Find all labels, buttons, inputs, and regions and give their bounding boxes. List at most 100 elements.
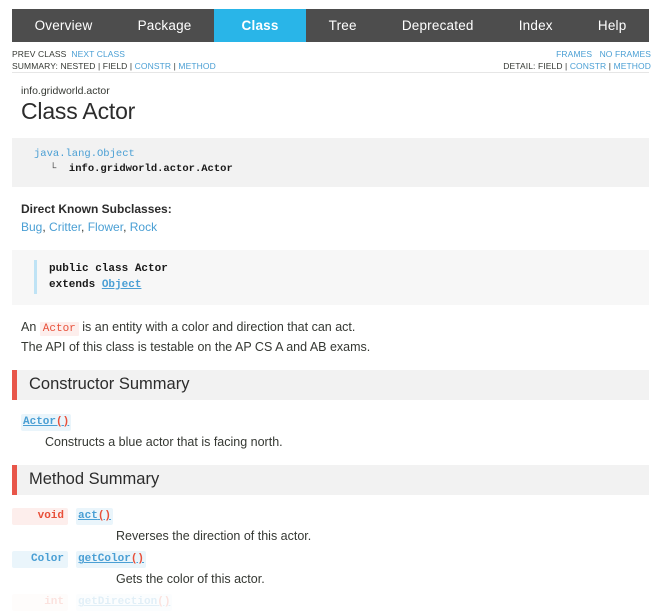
inheritance-child: └ info.gridworld.actor.Actor <box>34 162 649 177</box>
method-signature-getcolor: Color getColor() <box>12 551 649 569</box>
method-signature-getdirection: int getDirection() <box>12 594 649 611</box>
method-signature-act: void act() <box>12 508 649 526</box>
detail-item-field: FIELD <box>537 60 563 71</box>
nav-tab-overview-label: Overview <box>34 18 93 33</box>
frames-links: FRAMES NO FRAMES <box>503 49 651 61</box>
nav-tab-tree[interactable]: Tree <box>306 9 380 42</box>
sub-navigation-right: FRAMES NO FRAMES DETAIL: FIELD | CONSTR … <box>503 49 651 72</box>
summary-item-nested: NESTED <box>60 60 96 71</box>
top-navigation-wrap: Overview Package Class Tree Deprecated I… <box>0 0 661 42</box>
subclass-link-rock[interactable]: Rock <box>130 220 157 234</box>
class-description-line-1: An Actor is an entity with a color and d… <box>21 318 649 338</box>
constructor-entry: Actor() Constructs a blue actor that is … <box>12 413 649 451</box>
prev-class-label: PREV CLASS <box>12 49 67 59</box>
nav-tab-package[interactable]: Package <box>115 9 215 42</box>
detail-sep-1: | <box>565 60 568 71</box>
frames-link[interactable]: FRAMES <box>556 49 592 59</box>
method-description-getcolor: Gets the color of this actor. <box>116 572 265 587</box>
method-parens-getdirection: () <box>157 596 171 609</box>
inheritance-root-link[interactable]: java.lang.Object <box>34 148 135 160</box>
method-name-getdirection: getDirection <box>78 596 158 609</box>
class-description: An Actor is an entity with a color and d… <box>21 318 649 356</box>
nav-tab-help[interactable]: Help <box>575 9 649 42</box>
method-description-act: Reverses the direction of this actor. <box>116 529 312 544</box>
summary-links: SUMMARY: NESTED | FIELD | CONSTR | METHO… <box>12 61 216 73</box>
method-name-act: act <box>78 510 98 523</box>
nav-tab-help-label: Help <box>597 18 627 33</box>
main-content: info.gridworld.actor Class Actor java.la… <box>0 85 661 611</box>
detail-links: DETAIL: FIELD | CONSTR | METHOD <box>503 61 651 73</box>
nav-tab-deprecated[interactable]: Deprecated <box>379 9 497 42</box>
extends-keyword: extends <box>49 279 96 291</box>
detail-sep-2: | <box>608 60 612 71</box>
constructor-signature: Actor() <box>21 413 649 431</box>
subclasses-list: Bug, Critter, Flower, Rock <box>21 220 649 234</box>
description-prefix: An <box>21 320 37 334</box>
declaration-line-1: public class Actor <box>49 263 168 275</box>
detail-item-constr-link[interactable]: CONSTR <box>570 61 607 71</box>
method-parens-getcolor: () <box>130 553 145 566</box>
summary-sep-1: | <box>98 60 101 71</box>
class-declaration-block: public class Actor extends Object <box>12 250 649 305</box>
method-return-type-getcolor: Color <box>12 551 68 569</box>
method-return-type-act: void <box>12 508 68 526</box>
subclass-sep-2: , <box>81 220 88 234</box>
subclasses-heading: Direct Known Subclasses: <box>21 202 172 216</box>
nav-tab-class-label: Class <box>241 18 279 33</box>
nav-tab-index-label: Index <box>518 18 553 33</box>
page-title: Class Actor <box>21 98 136 124</box>
class-pager: PREV CLASS NEXT CLASS <box>12 49 216 61</box>
constructor-name-link[interactable]: Actor() <box>21 413 72 431</box>
method-parens-act: () <box>97 510 112 523</box>
nav-tab-overview[interactable]: Overview <box>12 9 115 42</box>
sub-navigation-left: PREV CLASS NEXT CLASS SUMMARY: NESTED | … <box>12 49 216 72</box>
summary-item-method-link[interactable]: METHOD <box>178 61 215 71</box>
extends-type-link[interactable]: Object <box>102 279 142 291</box>
subclass-link-flower[interactable]: Flower <box>88 220 123 234</box>
summary-sep-3: | <box>173 60 176 71</box>
summary-label: SUMMARY: <box>12 60 58 71</box>
method-entry-act: void act() Reverses the direction of thi… <box>12 508 649 545</box>
class-description-line-2: The API of this class is testable on the… <box>21 340 371 354</box>
nav-tab-index[interactable]: Index <box>496 9 576 42</box>
method-name-getcolor: getColor <box>78 553 131 566</box>
description-suffix: is an entity with a color and direction … <box>82 320 356 334</box>
method-name-link-getdirection[interactable]: getDirection() <box>76 594 173 611</box>
constructor-summary-heading: Constructor Summary <box>12 370 649 400</box>
inline-code-actor: Actor <box>39 322 79 336</box>
summary-sep-2: | <box>129 60 133 71</box>
tree-branch-icon: └ <box>50 163 57 175</box>
sub-navigation-bar: PREV CLASS NEXT CLASS SUMMARY: NESTED | … <box>0 42 661 71</box>
summary-item-constr-link[interactable]: CONSTR <box>135 61 172 71</box>
inheritance-child-label: info.gridworld.actor.Actor <box>68 163 233 175</box>
top-navigation-bar: Overview Package Class Tree Deprecated I… <box>12 9 649 42</box>
nav-tab-class[interactable]: Class <box>214 9 307 42</box>
package-name: info.gridworld.actor <box>21 85 110 97</box>
constructor-description: Constructs a blue actor that is facing n… <box>45 434 283 449</box>
next-class-link[interactable]: NEXT CLASS <box>71 49 125 59</box>
declaration-line-2: extends Object <box>49 277 649 293</box>
inheritance-tree: java.lang.Object └ info.gridworld.actor.… <box>12 138 649 187</box>
class-declaration: public class Actor extends Object <box>34 260 649 294</box>
subclass-link-bug[interactable]: Bug <box>21 220 42 234</box>
method-entry-getdirection: int getDirection() <box>12 594 649 611</box>
inheritance-root: java.lang.Object <box>34 147 649 162</box>
no-frames-link[interactable]: NO FRAMES <box>600 49 651 59</box>
javadoc-page: Overview Package Class Tree Deprecated I… <box>0 0 661 611</box>
method-name-link-getcolor[interactable]: getColor() <box>76 551 147 569</box>
method-summary-heading: Method Summary <box>12 464 649 495</box>
method-entry-getcolor: Color getColor() Gets the color of this … <box>12 551 649 588</box>
constructor-parens: () <box>56 415 70 428</box>
subnav-divider <box>12 72 649 73</box>
constructor-name: Actor <box>23 415 57 428</box>
subclass-sep-3: , <box>123 220 130 234</box>
method-name-link-act[interactable]: act() <box>76 508 114 526</box>
nav-tab-deprecated-label: Deprecated <box>401 18 474 33</box>
nav-tab-package-label: Package <box>137 18 192 33</box>
detail-label: DETAIL: <box>503 60 536 71</box>
detail-item-method-link[interactable]: METHOD <box>614 61 651 71</box>
subclass-link-critter[interactable]: Critter <box>49 220 81 234</box>
summary-item-field: FIELD <box>102 60 128 71</box>
method-return-type-getdirection: int <box>12 594 68 611</box>
nav-tab-tree-label: Tree <box>328 18 357 33</box>
